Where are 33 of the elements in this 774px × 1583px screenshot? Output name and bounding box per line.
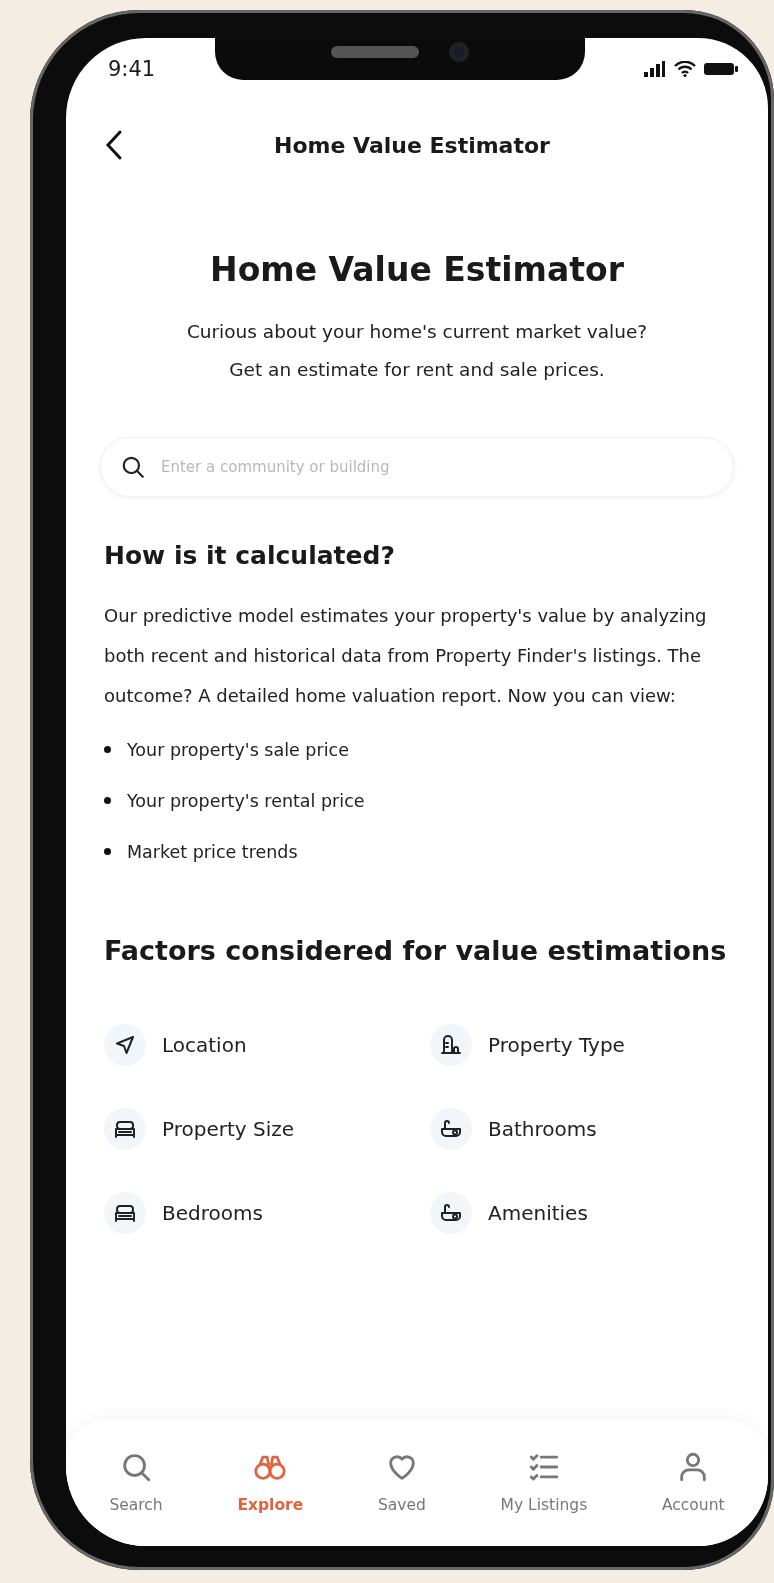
factor-label: Amenities bbox=[488, 1201, 588, 1225]
sofa-icon bbox=[104, 1192, 146, 1234]
wifi-icon bbox=[674, 61, 696, 77]
search-field[interactable]: Enter a community or building bbox=[100, 437, 734, 497]
bullet-text: Your property's sale price bbox=[127, 739, 349, 760]
bullet-dot bbox=[104, 797, 111, 804]
explanation-text: Our predictive model estimates your property's value by analyzing both recent and historical data from Property Finder's listings. The outcome? A detailed home valuation report. Now you can view: bbox=[104, 604, 708, 708]
bathtub-icon bbox=[430, 1192, 472, 1234]
page-heading: Home Value Estimator bbox=[210, 250, 624, 289]
bullet-dot bbox=[104, 848, 111, 855]
tab-item[interactable]: Search bbox=[103, 1446, 169, 1518]
factor-label: Location bbox=[162, 1033, 247, 1057]
battery-icon bbox=[704, 62, 738, 76]
bullet-text: Market price trends bbox=[127, 841, 298, 862]
section-heading: How is it calculated? bbox=[104, 541, 396, 570]
factor-label: Bedrooms bbox=[162, 1201, 263, 1225]
sofa-icon bbox=[104, 1108, 146, 1150]
bullet-text: Your property's rental price bbox=[127, 790, 365, 811]
tab-item[interactable]: Account bbox=[655, 1446, 731, 1518]
intro-text: Curious about your home's current market value? Get an estimate for rent and sale prices. bbox=[185, 320, 649, 382]
factor-label: Property Type bbox=[488, 1033, 625, 1057]
tab-item[interactable]: My Listings bbox=[494, 1446, 594, 1518]
factor-label: Property Size bbox=[162, 1117, 295, 1141]
status-time: 9:41 bbox=[108, 57, 156, 81]
section-heading: Factors considered for value estimations bbox=[104, 935, 728, 966]
bullet-dot bbox=[104, 746, 111, 753]
bathtub-icon bbox=[430, 1108, 472, 1150]
factor-label: Bathrooms bbox=[488, 1117, 597, 1141]
screen-title: Home Value Estimator bbox=[273, 132, 551, 158]
building-icon bbox=[430, 1024, 472, 1066]
tab-item[interactable]: Saved bbox=[371, 1446, 432, 1518]
tab-item[interactable]: Explore bbox=[231, 1446, 310, 1518]
signal-icon bbox=[644, 61, 666, 77]
